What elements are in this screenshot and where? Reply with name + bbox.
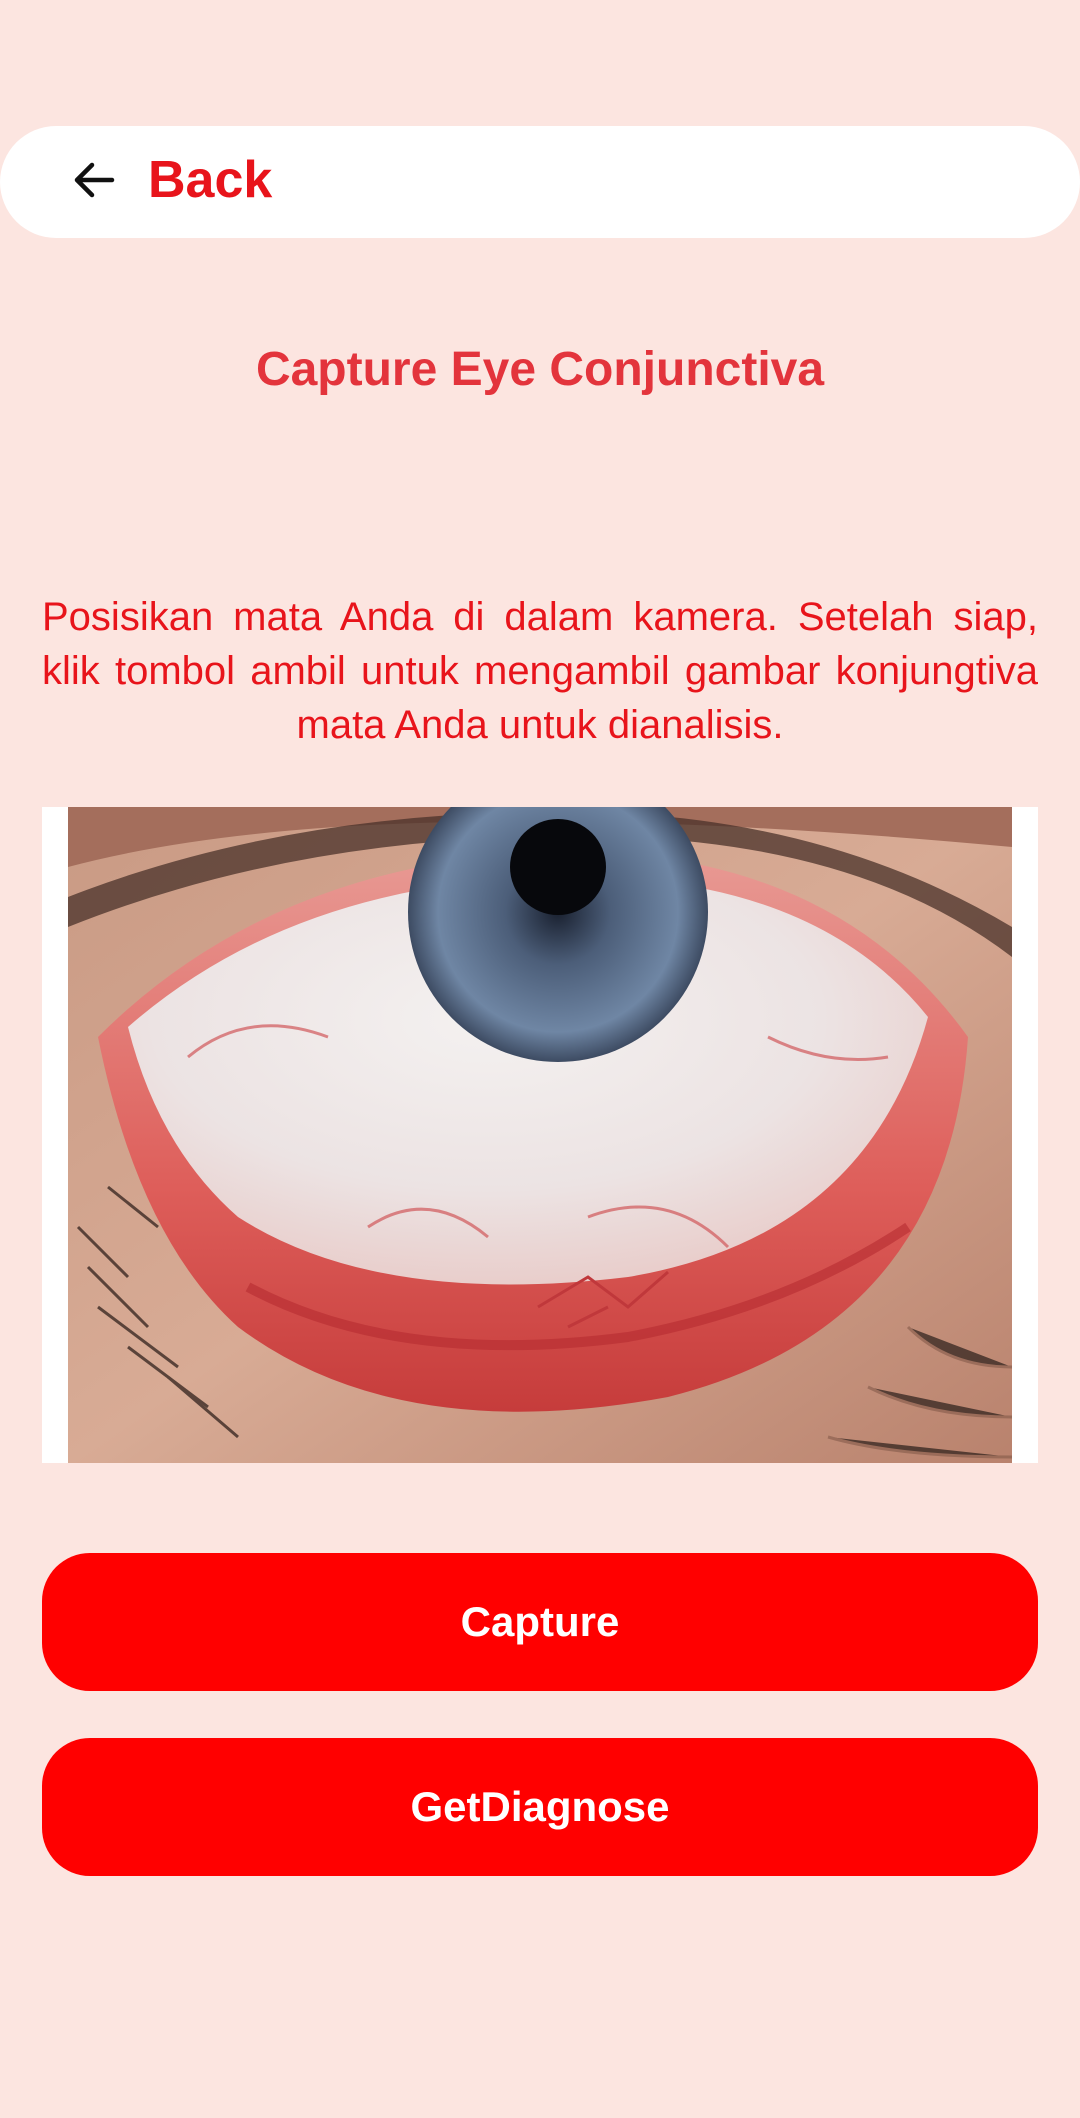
page-title: Capture Eye Conjunctiva: [255, 343, 825, 396]
arrow-left-icon[interactable]: [70, 156, 118, 204]
get-diagnose-button[interactable]: GetDiagnose: [42, 1738, 1038, 1876]
capture-button[interactable]: Capture: [42, 1553, 1038, 1691]
eye-preview-image: [68, 807, 1012, 1463]
instruction-text: Posisikan mata Anda di dalam kamera. Set…: [42, 595, 1038, 747]
back-button[interactable]: Back: [148, 148, 272, 212]
